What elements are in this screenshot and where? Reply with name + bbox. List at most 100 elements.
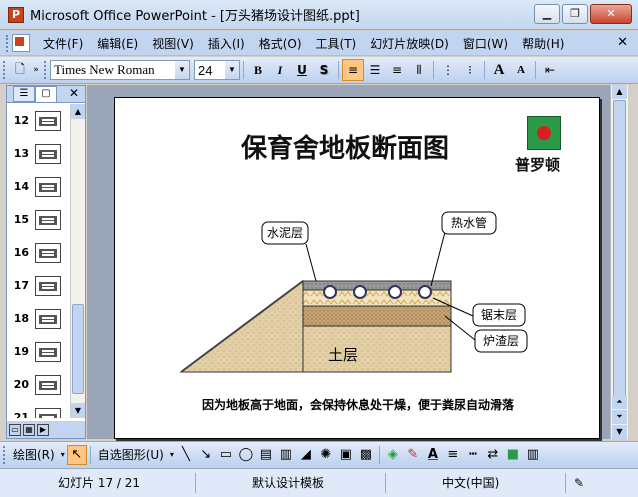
bullets-icon[interactable]: ⁝ bbox=[459, 59, 481, 81]
slide-canvas[interactable]: 水泥层 热水管 锯末层 炉渣层 土层 保育舍地板断面图 普罗顿 因为地板高于地面… bbox=[114, 97, 600, 439]
menu-tools[interactable]: 工具(T) bbox=[309, 35, 364, 52]
shadow-style-icon[interactable]: ■ bbox=[503, 445, 523, 465]
slide-preview[interactable] bbox=[35, 176, 61, 197]
scroll-down-icon[interactable]: ▼ bbox=[71, 403, 85, 418]
line-icon[interactable]: ╲ bbox=[176, 445, 196, 465]
grow-font-button[interactable]: A bbox=[488, 59, 510, 81]
scroll-up-icon[interactable]: ▲ bbox=[612, 85, 627, 99]
toolbar-grip[interactable] bbox=[3, 61, 6, 79]
slide-preview[interactable] bbox=[35, 308, 61, 329]
select-pointer-icon[interactable]: ↖ bbox=[66, 444, 87, 465]
toolbar-grip-2[interactable] bbox=[44, 61, 47, 79]
menubar-grip[interactable] bbox=[6, 34, 9, 52]
slide-thumbnail[interactable]: 16 bbox=[7, 236, 71, 269]
shadow-button[interactable]: S bbox=[313, 59, 335, 81]
slide-thumbnail[interactable]: 21 bbox=[7, 401, 71, 418]
fill-color-icon[interactable]: ◈ bbox=[383, 445, 403, 465]
scroll-up-icon[interactable]: ▲ bbox=[71, 104, 85, 119]
menu-window[interactable]: 窗口(W) bbox=[456, 35, 515, 52]
wordart-icon[interactable]: ◢ bbox=[296, 445, 316, 465]
slide-preview[interactable] bbox=[35, 374, 61, 395]
slide-thumbnail[interactable]: 17 bbox=[7, 269, 71, 302]
3d-style-icon[interactable]: ▥ bbox=[523, 445, 543, 465]
thumbnail-scrollbar[interactable]: ▲ ▼ bbox=[70, 104, 85, 418]
slide-sorter-icon[interactable]: ▦ bbox=[23, 423, 35, 436]
slide-preview[interactable] bbox=[35, 275, 61, 296]
slide-thumbnail[interactable]: 19 bbox=[7, 335, 71, 368]
slide-title[interactable]: 保育舍地板断面图 bbox=[115, 128, 575, 165]
scroll-down-icon[interactable]: ▼ bbox=[612, 425, 627, 439]
slide-preview[interactable] bbox=[35, 341, 61, 362]
slide-thumbnail[interactable]: 15 bbox=[7, 203, 71, 236]
textbox-icon[interactable]: ▤ bbox=[256, 445, 276, 465]
slide-thumbnail[interactable]: 14 bbox=[7, 170, 71, 203]
minimize-button[interactable]: ▁ bbox=[534, 4, 560, 24]
line-style-icon[interactable]: ≡ bbox=[443, 445, 463, 465]
chevron-down-icon[interactable]: ▾ bbox=[168, 445, 176, 465]
powerpoint-app-icon[interactable]: P bbox=[8, 6, 24, 23]
slide-thumbnail[interactable]: 18 bbox=[7, 302, 71, 335]
chevron-more-icon[interactable]: » bbox=[31, 59, 41, 81]
tab-slides[interactable]: ▢ bbox=[35, 86, 57, 102]
align-left-icon[interactable]: ≡ bbox=[342, 59, 364, 81]
next-slide-icon[interactable]: ⏷ bbox=[612, 410, 627, 424]
italic-button[interactable]: I bbox=[269, 59, 291, 81]
tab-outline[interactable]: ☰ bbox=[13, 86, 35, 102]
arrow-icon[interactable]: ↘ bbox=[196, 445, 216, 465]
menu-file[interactable]: 文件(F) bbox=[36, 35, 90, 52]
arrow-style-icon[interactable]: ⇄ bbox=[483, 445, 503, 465]
slide-thumbnail[interactable]: 13 bbox=[7, 137, 71, 170]
clipart-icon[interactable]: ▣ bbox=[336, 445, 356, 465]
menu-format[interactable]: 格式(O) bbox=[252, 35, 309, 52]
slide-thumbnail[interactable]: 12 bbox=[7, 104, 71, 137]
slide-preview[interactable] bbox=[35, 143, 61, 164]
slideshow-icon[interactable]: ▶ bbox=[37, 423, 49, 436]
numbering-icon[interactable]: ⋮ bbox=[437, 59, 459, 81]
line-color-icon[interactable]: ✎ bbox=[403, 445, 423, 465]
slide-preview[interactable] bbox=[35, 407, 61, 418]
slide-preview[interactable] bbox=[35, 242, 61, 263]
rectangle-icon[interactable]: ▭ bbox=[216, 445, 236, 465]
menu-help[interactable]: 帮助(H) bbox=[515, 35, 571, 52]
distribute-icon[interactable]: ⦀ bbox=[408, 59, 430, 81]
picture-icon[interactable]: ▩ bbox=[356, 445, 376, 465]
autoshapes-menu-button[interactable]: 自选图形(U) bbox=[94, 446, 168, 463]
restore-button[interactable]: ❐ bbox=[562, 4, 588, 24]
diagram-icon[interactable]: ✺ bbox=[316, 445, 336, 465]
document-icon[interactable] bbox=[12, 34, 30, 52]
font-size-select[interactable]: 24 ▼ bbox=[194, 60, 240, 80]
align-right-icon[interactable]: ≡ bbox=[386, 59, 408, 81]
shrink-font-button[interactable]: A bbox=[510, 59, 532, 81]
previous-slide-icon[interactable]: ⏶ bbox=[612, 395, 627, 409]
font-name-select[interactable]: Times New Roman ▼ bbox=[50, 60, 190, 80]
spelling-status-icon[interactable]: ✎ bbox=[566, 473, 616, 493]
chevron-down-icon[interactable]: ▼ bbox=[225, 61, 239, 79]
new-document-icon[interactable]: 🗋 bbox=[9, 59, 31, 81]
decrease-indent-icon[interactable]: ⇤ bbox=[539, 59, 561, 81]
toolbar-grip[interactable] bbox=[3, 445, 6, 464]
slide-scrollbar[interactable]: ▲ ⏶ ⏷ ▼ bbox=[610, 85, 628, 439]
slide-preview[interactable] bbox=[35, 110, 61, 131]
normal-view-icon[interactable]: ▭ bbox=[9, 423, 21, 436]
chevron-down-icon[interactable]: ▼ bbox=[175, 61, 189, 79]
underline-button[interactable]: U bbox=[291, 59, 313, 81]
slide-caption[interactable]: 因为地板高于地面，会保持休息处干燥，便于粪尿自动滑落 bbox=[115, 396, 599, 413]
scroll-thumb[interactable] bbox=[72, 304, 84, 394]
menu-edit[interactable]: 编辑(E) bbox=[90, 35, 145, 52]
vertical-textbox-icon[interactable]: ▥ bbox=[276, 445, 296, 465]
oval-icon[interactable]: ◯ bbox=[236, 445, 256, 465]
chevron-down-icon[interactable]: ▾ bbox=[59, 445, 67, 465]
close-icon[interactable]: ✕ bbox=[69, 86, 79, 100]
align-center-icon[interactable]: ☰ bbox=[364, 59, 386, 81]
menu-slideshow[interactable]: 幻灯片放映(D) bbox=[363, 35, 456, 52]
bold-button[interactable]: B bbox=[247, 59, 269, 81]
menu-insert[interactable]: 插入(I) bbox=[201, 35, 252, 52]
draw-menu-button[interactable]: 绘图(R) bbox=[9, 446, 59, 463]
dash-style-icon[interactable]: ┅ bbox=[463, 445, 483, 465]
scroll-thumb[interactable] bbox=[613, 100, 626, 400]
close-document-icon[interactable]: ✕ bbox=[617, 35, 628, 50]
close-window-button[interactable]: ✕ bbox=[590, 4, 632, 24]
font-color-icon[interactable]: A bbox=[423, 445, 443, 465]
slide-preview[interactable] bbox=[35, 209, 61, 230]
slide-thumbnail[interactable]: 20 bbox=[7, 368, 71, 401]
